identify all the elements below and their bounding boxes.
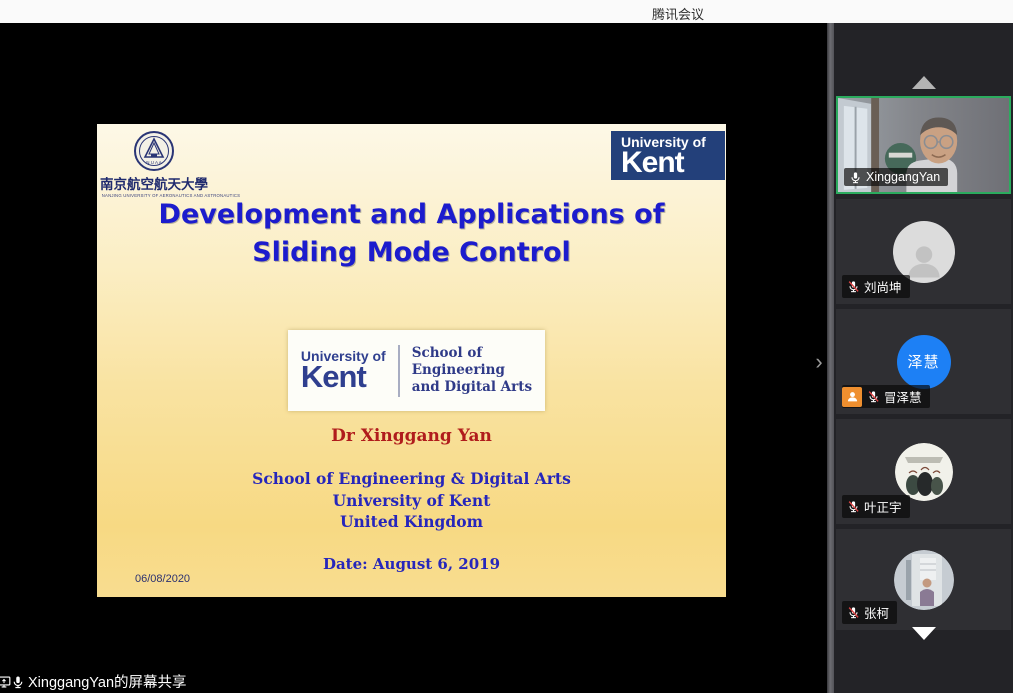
slide-date: Date: August 6, 2019 xyxy=(97,555,726,573)
scroll-down-arrow-icon[interactable] xyxy=(912,627,936,640)
app-title: 腾讯会议 xyxy=(652,4,704,23)
participant-tile-liushangkun[interactable]: 刘尚坤 xyxy=(836,199,1011,304)
affiliation-block: School of Engineering & Digital Arts Uni… xyxy=(97,468,726,533)
initials-avatar: 泽慧 xyxy=(897,335,951,389)
share-status-label: XinggangYan的屏幕共享 xyxy=(28,671,187,692)
mic-on-icon xyxy=(849,171,862,184)
slide-corner-date: 06/08/2020 xyxy=(135,573,190,585)
participant-name: 叶正宇 xyxy=(864,497,902,516)
presenter-name: Dr Xinggang Yan xyxy=(97,426,726,446)
nuaa-logo: N U A A 南京航空航天大學 NANJING UNIVERSITY OF A… xyxy=(99,128,209,198)
kent-logo-line2: Kent xyxy=(621,149,725,177)
presentation-slide: N U A A 南京航空航天大學 NANJING UNIVERSITY OF A… xyxy=(97,124,726,597)
dept-line: School of xyxy=(412,345,532,362)
dept-line: Engineering xyxy=(412,362,532,379)
school-box-kent-logo: University of Kent xyxy=(301,350,386,391)
screen-share-statusbar: XinggangYan的屏幕共享 xyxy=(0,670,827,693)
affiliation-line: University of Kent xyxy=(97,490,726,512)
scroll-up-arrow-icon[interactable] xyxy=(912,76,936,89)
screen-share-icon xyxy=(0,675,11,689)
participant-name-label: 张柯 xyxy=(842,601,897,624)
nuaa-name-cn: 南京航空航天大學 xyxy=(99,173,209,193)
school-box-divider xyxy=(398,345,400,397)
mic-muted-icon xyxy=(847,500,860,513)
participant-tile-zhangke[interactable]: 张柯 xyxy=(836,529,1011,630)
participant-tile-yezhengyu[interactable]: 叶正宇 xyxy=(836,419,1011,524)
host-badge-icon xyxy=(842,387,862,407)
school-logo-box: University of Kent School of Engineering… xyxy=(288,330,545,411)
nuaa-emblem-icon: N U A A xyxy=(132,130,176,172)
school-box-uni-line2: Kent xyxy=(301,363,386,391)
affiliation-line: School of Engineering & Digital Arts xyxy=(97,468,726,490)
window-titlebar: 腾讯会议 xyxy=(0,0,1013,23)
participant-name: XinggangYan xyxy=(866,170,940,184)
sidebar-divider xyxy=(827,23,834,693)
school-box-department: School of Engineering and Digital Arts xyxy=(412,345,532,396)
mic-muted-icon xyxy=(867,390,880,403)
dept-line: and Digital Arts xyxy=(412,379,532,396)
participant-name: 冒泽慧 xyxy=(884,387,922,406)
affiliation-line: United Kingdom xyxy=(97,511,726,533)
mic-icon xyxy=(11,675,25,689)
mic-muted-icon xyxy=(847,280,860,293)
slide-title-line2: Sliding Mode Control xyxy=(97,234,726,272)
slide-title-line1: Development and Applications of xyxy=(97,196,726,234)
shared-screen-area: N U A A 南京航空航天大學 NANJING UNIVERSITY OF A… xyxy=(0,23,827,693)
sidebar-expand-chevron[interactable]: › xyxy=(810,348,828,378)
svg-text:N U A A: N U A A xyxy=(146,160,162,165)
participants-sidebar: XinggangYan 刘尚坤 泽慧 冒泽慧 xyxy=(834,23,1013,693)
photo-avatar xyxy=(894,550,954,610)
participant-tile-xinggangyan[interactable]: XinggangYan xyxy=(836,96,1011,194)
participant-name: 张柯 xyxy=(864,603,889,622)
participant-name-label: 冒泽慧 xyxy=(842,385,930,408)
photo-avatar xyxy=(895,443,953,501)
participant-name-label: 刘尚坤 xyxy=(842,275,910,298)
participant-name-label: XinggangYan xyxy=(844,168,948,186)
kent-logo: University of Kent xyxy=(611,131,725,180)
participant-name-label: 叶正宇 xyxy=(842,495,910,518)
participant-name: 刘尚坤 xyxy=(864,277,902,296)
mic-muted-icon xyxy=(847,606,860,619)
participant-tile-maozehui[interactable]: 泽慧 冒泽慧 xyxy=(836,309,1011,414)
slide-title: Development and Applications of Sliding … xyxy=(97,196,726,272)
